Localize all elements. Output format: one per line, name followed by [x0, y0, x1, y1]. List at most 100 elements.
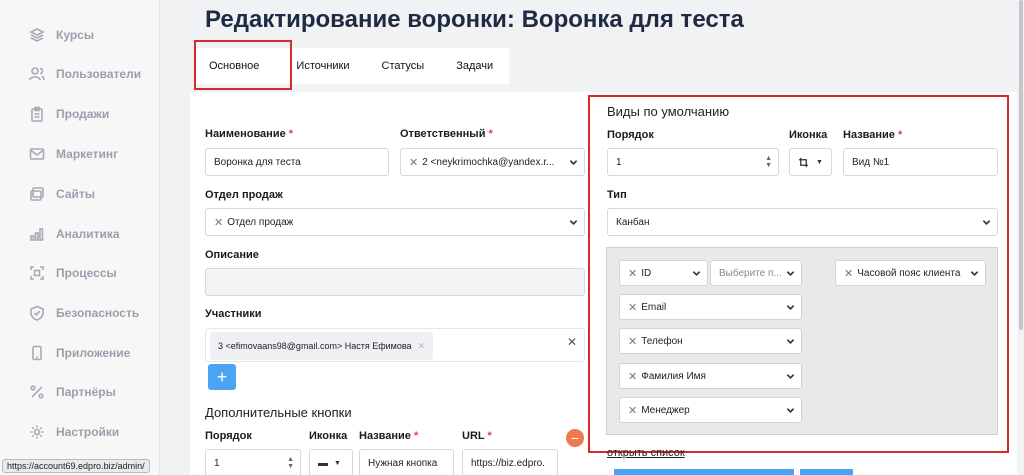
- scrollbar[interactable]: [1018, 0, 1024, 475]
- column-label: Телефон: [641, 335, 683, 347]
- dept-select[interactable]: ✕ Отдел продаж: [205, 208, 585, 236]
- views-order-input[interactable]: 1 ▲ ▼: [607, 148, 779, 176]
- views-type-label: Тип: [607, 189, 627, 201]
- extra-order-input[interactable]: 1 ▲ ▼: [205, 449, 301, 475]
- chevron-down-icon: [692, 269, 701, 277]
- column-chip-phone[interactable]: ✕ Телефон: [619, 328, 802, 354]
- minus-icon: −: [570, 430, 580, 446]
- name-label: Наименование *: [205, 128, 294, 140]
- stepper-icon[interactable]: ▲ ▼: [287, 456, 294, 470]
- phone-icon: [28, 344, 46, 362]
- remove-icon[interactable]: ✕: [628, 370, 637, 383]
- description-input[interactable]: [205, 268, 585, 296]
- participant-chip: 3 <efimovaans98@gmail.com> Настя Ефимова…: [210, 332, 434, 360]
- column-chip-fullname[interactable]: ✕ Фамилия Имя: [619, 363, 802, 389]
- clear-icon[interactable]: ✕: [567, 335, 577, 349]
- add-participant-button[interactable]: +: [208, 364, 236, 390]
- tab-sources[interactable]: Источники: [280, 48, 365, 84]
- remove-icon[interactable]: ✕: [214, 216, 223, 229]
- remove-button[interactable]: −: [566, 429, 584, 447]
- remove-icon[interactable]: ✕: [628, 267, 637, 280]
- action-button-partial[interactable]: [614, 469, 794, 475]
- scrollbar-thumb[interactable]: [1019, 0, 1023, 330]
- sidebar-item-app[interactable]: Приложение: [0, 341, 160, 365]
- sidebar-item-partners[interactable]: Партнёры: [0, 380, 160, 404]
- extra-url-label: URL *: [462, 430, 492, 442]
- column-label: Часовой пояс клиента: [857, 267, 961, 279]
- sidebar-item-marketing[interactable]: Маркетинг: [0, 142, 160, 166]
- sidebar-item-label: Приложение: [56, 346, 131, 360]
- stepper-icon[interactable]: ▲ ▼: [765, 155, 772, 169]
- chevron-down-icon: [569, 158, 578, 166]
- name-input[interactable]: Воронка для теста: [205, 148, 389, 176]
- column-label: Фамилия Имя: [641, 370, 706, 382]
- views-icon-select[interactable]: ▼: [789, 148, 832, 176]
- tab-statuses[interactable]: Статусы: [366, 48, 441, 84]
- open-list-link[interactable]: открыть список: [607, 447, 685, 459]
- bar-chart-icon: [28, 225, 46, 243]
- views-title: Виды по умолчанию: [607, 104, 730, 119]
- shield-icon: [28, 304, 46, 322]
- process-icon: [28, 264, 46, 282]
- remove-icon[interactable]: ✕: [628, 335, 637, 348]
- column-chip-timezone[interactable]: ✕ Часовой пояс клиента: [835, 260, 986, 286]
- sidebar-item-label: Продажи: [56, 107, 110, 121]
- gear-icon: [28, 423, 46, 441]
- users-icon: [28, 65, 46, 83]
- sidebar-item-label: Процессы: [56, 266, 117, 280]
- chevron-down-icon: [786, 372, 795, 380]
- sidebar-item-users[interactable]: Пользователи: [0, 62, 160, 86]
- column-label: Email: [641, 301, 667, 313]
- remove-icon[interactable]: ✕: [409, 156, 418, 169]
- column-label: ID: [641, 267, 652, 279]
- extra-url-input[interactable]: https://biz.edpro.: [462, 449, 558, 475]
- sidebar-item-courses[interactable]: Курсы: [0, 23, 160, 47]
- tab-highlight-frame: [194, 40, 292, 90]
- responsible-select[interactable]: ✕ 2 <neykrimochka@yandex.r...: [400, 148, 585, 176]
- views-type-value: Канбан: [616, 216, 650, 228]
- chevron-down-icon: [569, 218, 578, 226]
- views-order-value: 1: [616, 156, 622, 168]
- extra-icon-select[interactable]: ▬ ▼: [309, 449, 353, 475]
- page-title: Редактирование воронки: Воронка для тест…: [205, 6, 744, 33]
- views-name-input[interactable]: Вид №1: [843, 148, 998, 176]
- remove-icon[interactable]: ✕: [628, 301, 637, 314]
- percent-icon: [28, 383, 46, 401]
- remove-icon[interactable]: ✕: [628, 404, 637, 417]
- sidebar-item-security[interactable]: Безопасность: [0, 301, 160, 325]
- views-type-select[interactable]: Канбан: [607, 208, 998, 236]
- views-name-label: Название *: [843, 129, 903, 141]
- plus-icon: +: [216, 366, 228, 387]
- sidebar-item-label: Безопасность: [56, 306, 140, 320]
- sidebar-item-sales[interactable]: Продажи: [0, 102, 160, 126]
- sidebar-item-label: Аналитика: [56, 227, 120, 241]
- column-chip-manager[interactable]: ✕ Менеджер: [619, 397, 802, 423]
- action-button-partial-2[interactable]: [800, 469, 853, 475]
- sidebar-item-label: Маркетинг: [56, 147, 119, 161]
- chevron-down-icon: [786, 303, 795, 311]
- sidebar-item-settings[interactable]: Настройки: [0, 420, 160, 444]
- tab-tasks[interactable]: Задачи: [440, 48, 509, 84]
- responsible-value: 2 <neykrimochka@yandex.r...: [422, 156, 555, 168]
- sidebar-item-analytics[interactable]: Аналитика: [0, 222, 160, 246]
- sidebar-item-label: Настройки: [56, 425, 120, 439]
- mail-icon: [28, 145, 46, 163]
- remove-icon[interactable]: ✕: [418, 341, 426, 352]
- sidebar-item-sites[interactable]: Сайты: [0, 182, 160, 206]
- chevron-down-icon: [786, 406, 795, 414]
- status-bar-url: https://account69.edpro.biz/admin/: [2, 459, 150, 473]
- chevron-down-icon: [786, 269, 795, 277]
- views-icon-label: Иконка: [789, 129, 828, 141]
- extra-name-input[interactable]: Нужная кнопка: [359, 449, 454, 475]
- sidebar-item-processes[interactable]: Процессы: [0, 261, 160, 285]
- clipboard-icon: [28, 105, 46, 123]
- remove-icon[interactable]: ✕: [844, 267, 853, 280]
- participants-label: Участники: [205, 308, 262, 320]
- sidebar: Курсы Пользователи Продажи Маркетинг Сай…: [0, 0, 160, 475]
- column-select-placeholder: Выберите п...: [719, 267, 782, 279]
- column-select[interactable]: Выберите п...: [710, 260, 802, 286]
- column-chip-id[interactable]: ✕ ID: [619, 260, 708, 286]
- column-chip-email[interactable]: ✕ Email: [619, 294, 802, 320]
- sidebar-item-label: Партнёры: [56, 385, 116, 399]
- responsible-label: Ответственный *: [400, 128, 493, 140]
